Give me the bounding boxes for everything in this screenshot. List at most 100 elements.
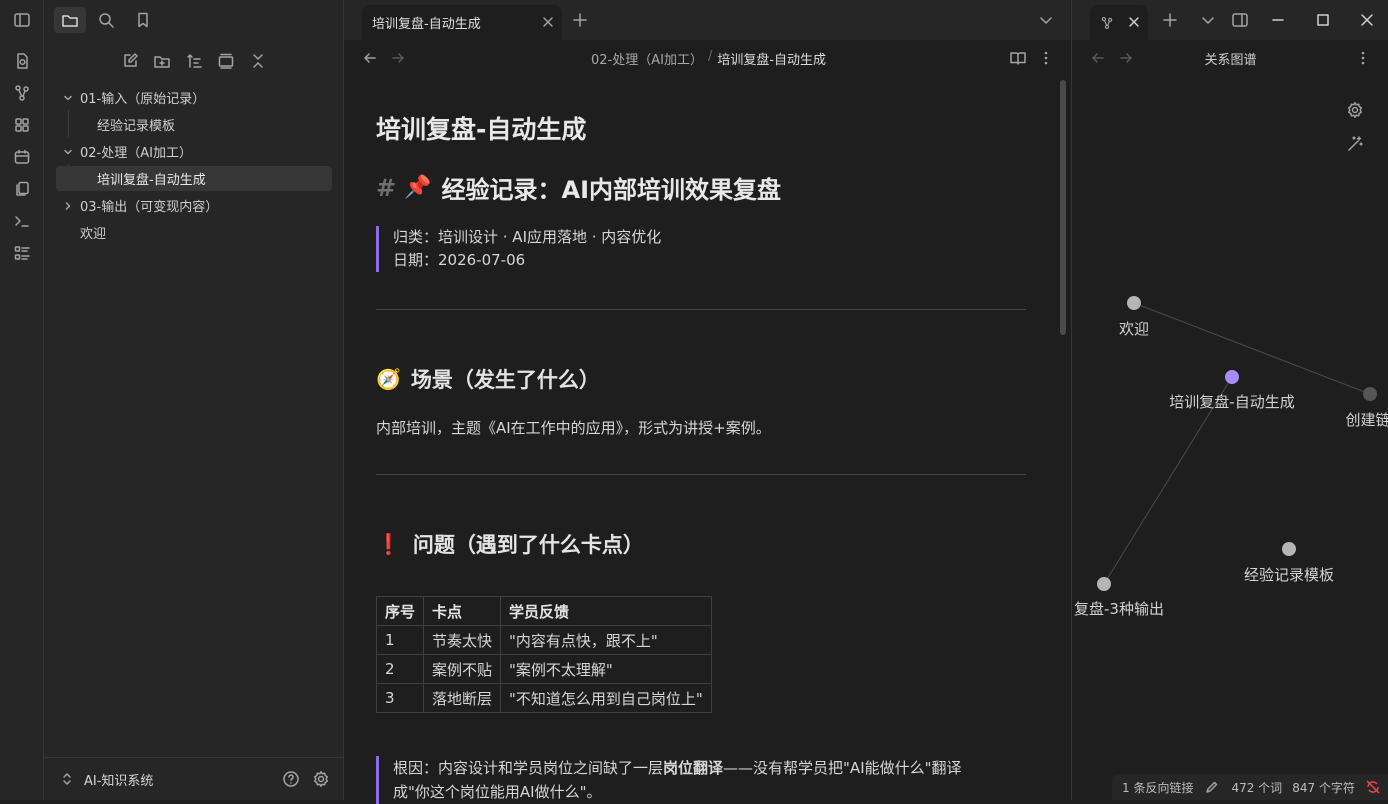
table-header: 序号 xyxy=(375,596,425,626)
table-cell: 案例不贴 xyxy=(423,654,502,684)
files-tab-icon[interactable] xyxy=(54,7,86,33)
tab-list-chevron-icon[interactable] xyxy=(1032,7,1060,33)
heading-hash: # xyxy=(376,173,397,202)
edit-pencil-icon[interactable] xyxy=(1205,780,1219,794)
canvas-icon[interactable] xyxy=(11,114,33,136)
graph-pane: 关系图谱 欢迎 培训复盘-自动生成 创建链 经验记录模板 复盘-3种输出 1 条… xyxy=(1071,0,1388,800)
outline-icon[interactable] xyxy=(11,242,33,264)
table-header: 卡点 xyxy=(423,596,502,626)
meta-date: 日期：2026-07-06 xyxy=(393,251,526,269)
divider xyxy=(44,757,344,758)
search-icon[interactable] xyxy=(92,7,120,33)
folder-process[interactable]: 02-处理（AI加工） xyxy=(56,139,332,164)
inline-title[interactable]: 培训复盘-自动生成 xyxy=(376,110,586,146)
backlinks-count[interactable]: 1 条反向链接 xyxy=(1122,779,1193,796)
graph-node-label: 复盘-3种输出 xyxy=(1074,600,1164,618)
forward-arrow-icon[interactable] xyxy=(384,45,412,71)
breadcrumb: 02-处理（AI加工） / 培训复盘-自动生成 xyxy=(591,49,826,68)
heading-text: 问题（遇到了什么卡点） xyxy=(412,533,644,557)
char-count: 847 个字符 xyxy=(1292,780,1355,795)
templates-icon[interactable] xyxy=(11,178,33,200)
heading-2-problem: ❗ 问题（遇到了什么卡点） xyxy=(376,529,644,559)
graph-node-label: 培训复盘-自动生成 xyxy=(1169,393,1295,411)
tab-bar: 培训复盘-自动生成 xyxy=(344,0,1070,40)
tree-item-label: 03-输出（可变现内容） xyxy=(80,200,219,215)
heading-1: # 📌 经验记录：AI内部培训效果复盘 xyxy=(376,170,781,205)
chevron-updown-icon xyxy=(63,773,71,785)
word-count: 472 个词 xyxy=(1231,780,1283,795)
meta-blockquote: 归类：培训设计 · AI应用落地 · 内容优化 日期：2026-07-06 xyxy=(376,226,661,272)
graph-node-label: 经验记录模板 xyxy=(1243,566,1335,584)
table-cell: 节奏太快 xyxy=(423,625,502,655)
root-cause-bold: 岗位翻译 xyxy=(663,759,724,777)
table-header-row: 序号 卡点 学员反馈 xyxy=(375,596,712,626)
tree-item-label: 经验记录模板 xyxy=(97,119,176,134)
exclamation-icon: ❗ xyxy=(376,532,401,556)
collapse-all-icon[interactable] xyxy=(244,48,272,74)
status-bar: 1 条反向链接 472 个词 847 个字符 xyxy=(1112,774,1388,800)
bookmark-icon[interactable] xyxy=(129,7,157,33)
table-row: 3 落地断层 "不知道怎么用到自己岗位上" xyxy=(375,683,712,713)
terminal-icon[interactable] xyxy=(11,210,33,232)
graph-icon[interactable] xyxy=(11,82,33,104)
root-cause-suffix: ——没有帮学员把"AI能做什么"翻译 xyxy=(723,759,962,777)
tree-item-label: 欢迎 xyxy=(80,227,107,242)
graph-edge xyxy=(1133,302,1371,395)
breadcrumb-file[interactable]: 培训复盘-自动生成 xyxy=(717,49,826,68)
file-active-note[interactable]: 培训复盘-自动生成 xyxy=(56,166,332,191)
compass-icon: 🧭 xyxy=(376,367,401,391)
horizontal-rule xyxy=(376,474,1026,475)
breadcrumb-folder[interactable]: 02-处理（AI加工） xyxy=(591,49,703,68)
root-cause-line2: 成"你这个岗位能用AI做什么"。 xyxy=(393,783,602,801)
back-arrow-icon[interactable] xyxy=(356,45,384,71)
more-options-icon[interactable] xyxy=(1032,45,1060,71)
sort-icon[interactable] xyxy=(180,48,208,74)
folder-input[interactable]: 01-输入（原始记录） xyxy=(56,85,332,110)
file-template[interactable]: 经验记录模板 xyxy=(56,112,332,137)
tree-item-label: 02-处理（AI加工） xyxy=(80,146,192,161)
root-cause-prefix: 根因：内容设计和学员岗位之间缺了一层 xyxy=(393,759,664,777)
graph-node-label: 创建链 xyxy=(1345,411,1388,429)
table-row: 1 节奏太快 "内容有点快，跟不上" xyxy=(375,625,712,655)
editor-pane: 培训复盘-自动生成 02-处理（AI加工） / 培训复盘-自动生成 培训复盘-自… xyxy=(344,0,1070,804)
table-cell: "案例不太理解" xyxy=(500,654,712,684)
new-tab-icon[interactable] xyxy=(566,7,594,33)
meta-category: 归类：培训设计 · AI应用落地 · 内容优化 xyxy=(393,228,662,246)
folder-output[interactable]: 03-输出（可变现内容） xyxy=(56,193,332,218)
table-cell: 1 xyxy=(375,625,425,655)
new-folder-button[interactable] xyxy=(148,48,176,74)
scrollbar[interactable] xyxy=(1060,80,1066,335)
scene-paragraph: 内部培训，主题《AI在工作中的应用》，形式为讲授+案例。 xyxy=(376,419,771,437)
graph-node[interactable] xyxy=(1097,577,1111,591)
help-icon[interactable] xyxy=(277,766,305,792)
table-header: 学员反馈 xyxy=(500,596,712,626)
problem-table: 序号 卡点 学员反馈 1 节奏太快 "内容有点快，跟不上" 2 案例不贴 "案例… xyxy=(375,596,712,713)
heading-2-scene: 🧭 场景（发生了什么） xyxy=(376,364,600,394)
sync-disabled-icon[interactable] xyxy=(1365,779,1381,795)
auto-reveal-icon[interactable] xyxy=(212,48,240,74)
tab-active-note[interactable]: 培训复盘-自动生成 xyxy=(362,5,562,40)
file-welcome[interactable]: 欢迎 xyxy=(56,220,332,245)
heading-text: 经验记录：AI内部培训效果复盘 xyxy=(441,176,782,204)
settings-icon[interactable] xyxy=(307,766,335,792)
sidebar-toggle-icon[interactable] xyxy=(11,9,33,31)
graph-node[interactable] xyxy=(1282,542,1296,556)
vault-switcher[interactable]: AI-知识系统 xyxy=(60,768,153,790)
pushpin-icon: 📌 xyxy=(404,175,432,200)
tab-label: 培训复盘-自动生成 xyxy=(372,17,481,32)
new-note-icon[interactable] xyxy=(11,50,33,72)
heading-text: 场景（发生了什么） xyxy=(410,368,600,392)
calendar-icon[interactable] xyxy=(11,146,33,168)
new-note-button[interactable] xyxy=(116,48,144,74)
graph-node[interactable] xyxy=(1363,387,1377,401)
table-cell: 落地断层 xyxy=(423,683,502,713)
reading-view-icon[interactable] xyxy=(1004,45,1032,71)
graph-node[interactable] xyxy=(1127,296,1141,310)
table-cell: 2 xyxy=(375,654,425,684)
file-explorer-sidebar: 01-输入（原始记录） 经验记录模板 02-处理（AI加工） 培训复盘-自动生成… xyxy=(44,0,344,800)
root-cause-blockquote: 根因：内容设计和学员岗位之间缺了一层岗位翻译——没有帮学员把"AI能做什么"翻译… xyxy=(376,756,962,804)
graph-node-label: 欢迎 xyxy=(1118,320,1150,338)
table-row: 2 案例不贴 "案例不太理解" xyxy=(375,654,712,684)
close-icon[interactable] xyxy=(542,16,554,28)
graph-node-active[interactable] xyxy=(1225,370,1239,384)
